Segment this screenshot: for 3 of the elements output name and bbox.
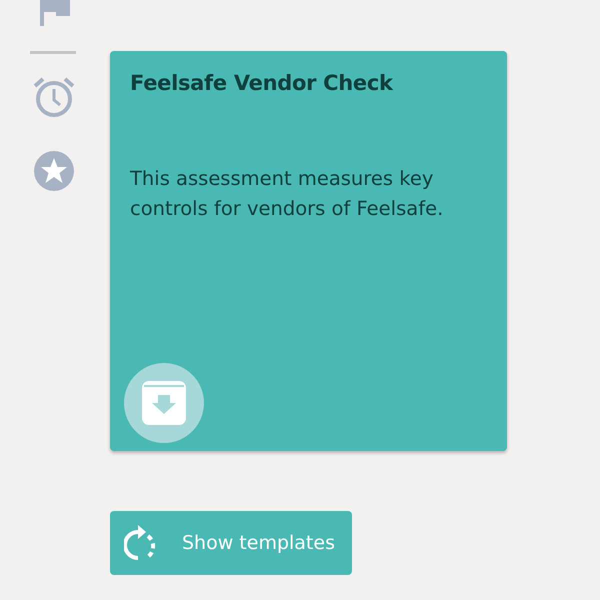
card-description: This assessment measures key controls for vendors of Feelsafe. — [130, 166, 444, 222]
template-card[interactable]: Feelsafe Vendor Check This assessment measures key controls for vendors of Feelsafe. — [110, 51, 507, 451]
card-title: Feelsafe Vendor Check — [130, 71, 394, 96]
